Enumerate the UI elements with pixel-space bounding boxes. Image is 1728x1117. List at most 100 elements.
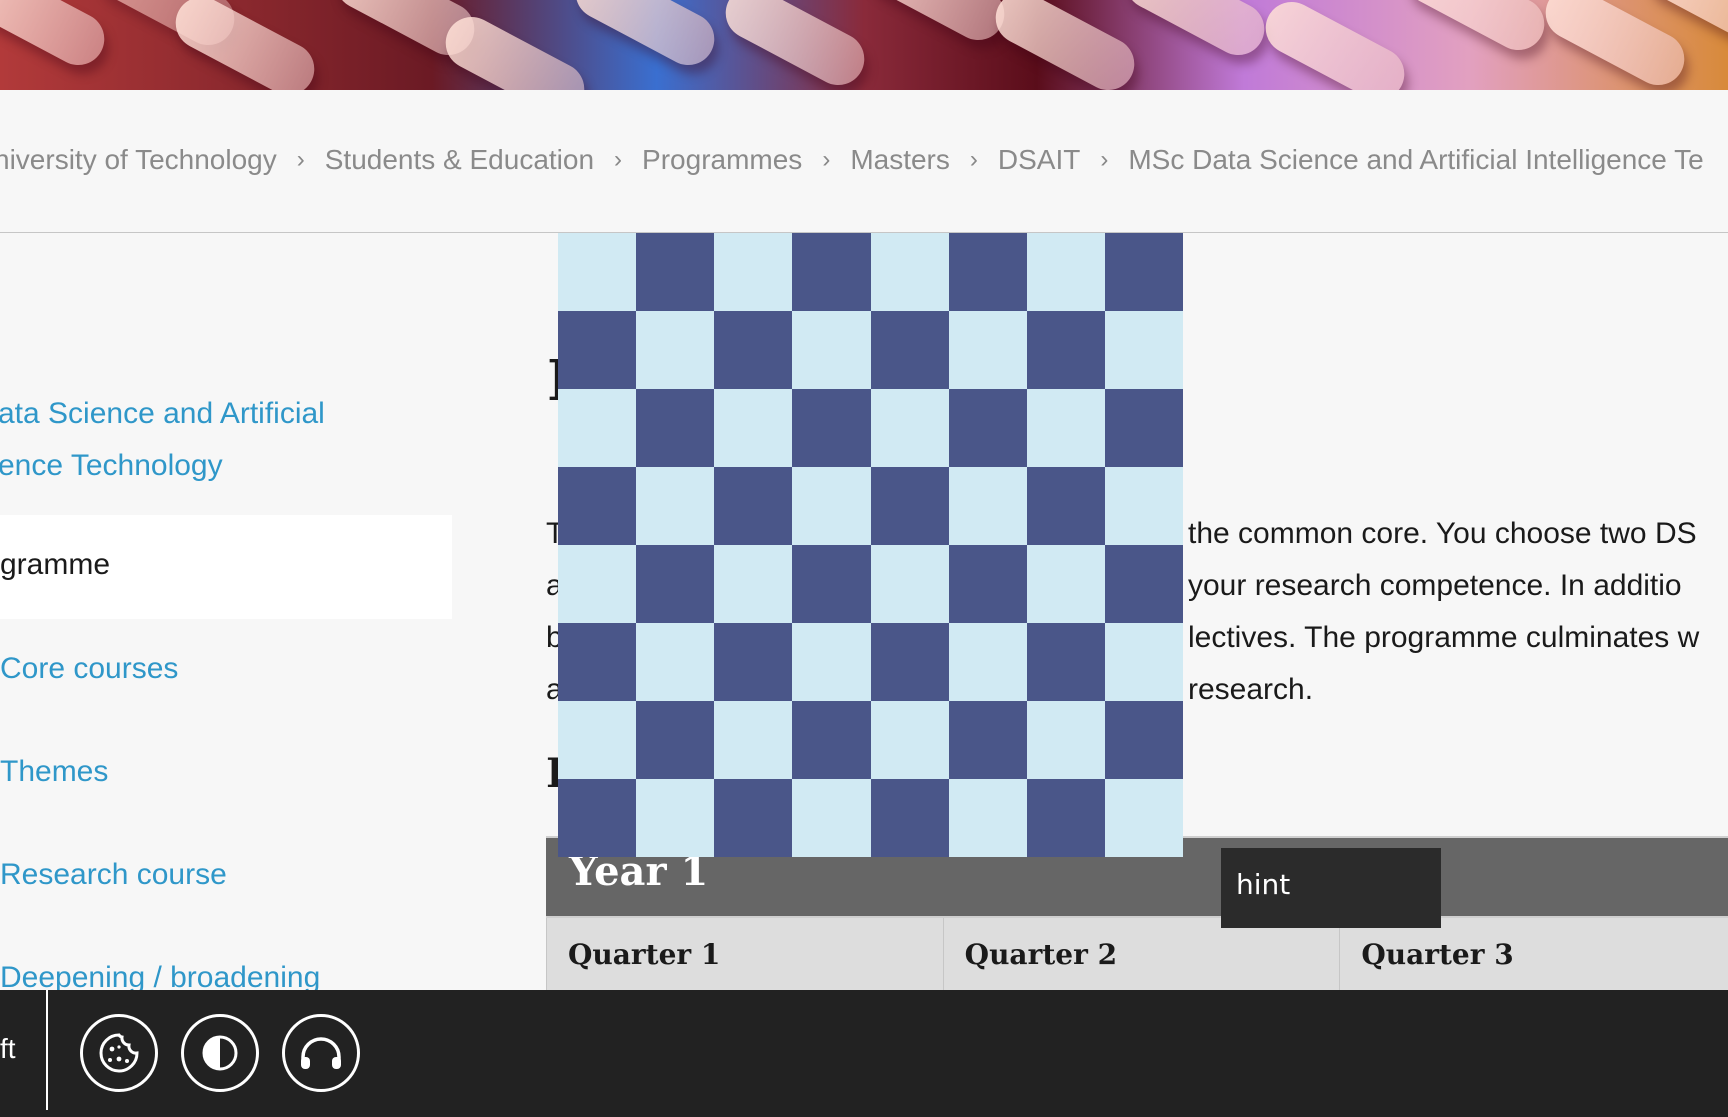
checker-cell (792, 701, 871, 779)
breadcrumb-item-students-education[interactable]: Students & Education (325, 144, 594, 176)
toolbar-divider (46, 990, 48, 1110)
checker-cell (558, 311, 637, 389)
checker-cell (1104, 389, 1183, 467)
checker-cell (636, 233, 715, 311)
sidebar-title-line1: ata Science and Artificial (0, 397, 325, 430)
hint-tooltip: hint (1221, 848, 1441, 928)
checker-cell (636, 779, 715, 857)
checker-cell (1026, 779, 1105, 857)
checker-cell (636, 701, 715, 779)
paragraph-line-end: research. (1188, 673, 1314, 706)
checker-cell (948, 701, 1027, 779)
checker-cell (792, 311, 871, 389)
checker-cell (714, 545, 793, 623)
checker-cell (636, 545, 715, 623)
checker-cell (870, 467, 949, 545)
sidebar-item-active[interactable]: gramme (0, 515, 452, 619)
sidebar-title-line2: ence Technology (0, 449, 223, 482)
bottom-bar-text[interactable]: ft (0, 1033, 16, 1065)
paragraph-line-end: lectives. The programme culminates w (1188, 621, 1700, 654)
checker-cell (1026, 701, 1105, 779)
checker-cell (1104, 233, 1183, 311)
checker-cell (1026, 233, 1105, 311)
checker-cell (948, 311, 1027, 389)
checker-cell (1026, 389, 1105, 467)
contrast-icon (202, 1035, 238, 1071)
chevron-right-icon: › (822, 146, 831, 173)
checker-cell (714, 623, 793, 701)
checker-cell (870, 623, 949, 701)
checker-cell (948, 467, 1027, 545)
headphones-button[interactable] (282, 1014, 360, 1092)
checker-cell (558, 545, 637, 623)
breadcrumb-item-masters[interactable]: Masters (850, 144, 950, 176)
checker-cell (714, 233, 793, 311)
sidebar-item-themes[interactable]: Themes (0, 755, 108, 789)
checker-cell (1026, 545, 1105, 623)
checker-cell (792, 389, 871, 467)
chevron-right-icon: › (1100, 146, 1109, 173)
sidebar-item-label: gramme (0, 548, 111, 581)
checker-cell (870, 389, 949, 467)
sidebar-title-link[interactable]: ata Science and Artificial ence Technolo… (0, 388, 448, 492)
checker-cell (870, 233, 949, 311)
checker-cell (558, 623, 637, 701)
breadcrumb-item-dsait[interactable]: DSAIT (998, 144, 1080, 176)
checker-cell (870, 311, 949, 389)
checker-cell (1026, 467, 1105, 545)
checker-cell (636, 389, 715, 467)
checker-cell (1104, 311, 1183, 389)
checker-cell (1026, 311, 1105, 389)
checker-cell (558, 389, 637, 467)
checker-cell (870, 545, 949, 623)
checkerboard-overlay (558, 233, 1183, 857)
checker-cell (714, 311, 793, 389)
chevron-right-icon: › (614, 146, 623, 173)
chevron-right-icon: › (296, 146, 305, 173)
checker-cell (1104, 623, 1183, 701)
cookie-icon (99, 1033, 139, 1073)
checker-cell (558, 233, 637, 311)
chevron-right-icon: › (969, 146, 978, 173)
checker-cell (636, 623, 715, 701)
checker-cell (1104, 545, 1183, 623)
checker-cell (792, 623, 871, 701)
paragraph-line-end: your research competence. In additio (1188, 569, 1682, 602)
breadcrumb-item-university[interactable]: niversity of Technology (0, 144, 277, 176)
breadcrumb-item-programmes[interactable]: Programmes (642, 144, 802, 176)
checker-cell (1104, 701, 1183, 779)
checker-cell (792, 233, 871, 311)
checker-cell (948, 389, 1027, 467)
sidebar-item-core-courses[interactable]: Core courses (0, 652, 178, 686)
contrast-button[interactable] (181, 1014, 259, 1092)
checker-cell (948, 779, 1027, 857)
checker-cell (948, 233, 1027, 311)
checker-cell (792, 467, 871, 545)
quarter-header: Quarter 3 (1339, 918, 1728, 992)
sidebar-item-research-course[interactable]: Research course (0, 858, 227, 892)
headphones-icon (301, 1037, 341, 1069)
checker-cell (714, 467, 793, 545)
checker-cell (558, 779, 637, 857)
quarter-row: Quarter 1 Quarter 2 Quarter 3 (546, 916, 1728, 992)
checker-cell (948, 545, 1027, 623)
checker-cell (792, 779, 871, 857)
breadcrumb: niversity of Technology › Students & Edu… (0, 144, 1704, 176)
checker-cell (870, 779, 949, 857)
paragraph-line-end: the common core. You choose two DS (1188, 517, 1697, 550)
breadcrumb-item-current[interactable]: MSc Data Science and Artificial Intellig… (1128, 144, 1703, 176)
checker-cell (714, 389, 793, 467)
checker-cell (870, 701, 949, 779)
checker-cell (714, 779, 793, 857)
checker-cell (558, 467, 637, 545)
checker-cell (948, 623, 1027, 701)
bottom-toolbar: ft (0, 990, 1728, 1117)
checker-cell (792, 545, 871, 623)
checker-cell (636, 467, 715, 545)
quarter-header: Quarter 2 (942, 918, 1340, 992)
cookie-button[interactable] (80, 1014, 158, 1092)
quarter-header: Quarter 1 (546, 918, 943, 992)
checker-cell (558, 701, 637, 779)
checker-cell (1104, 779, 1183, 857)
hero-banner (0, 0, 1728, 90)
